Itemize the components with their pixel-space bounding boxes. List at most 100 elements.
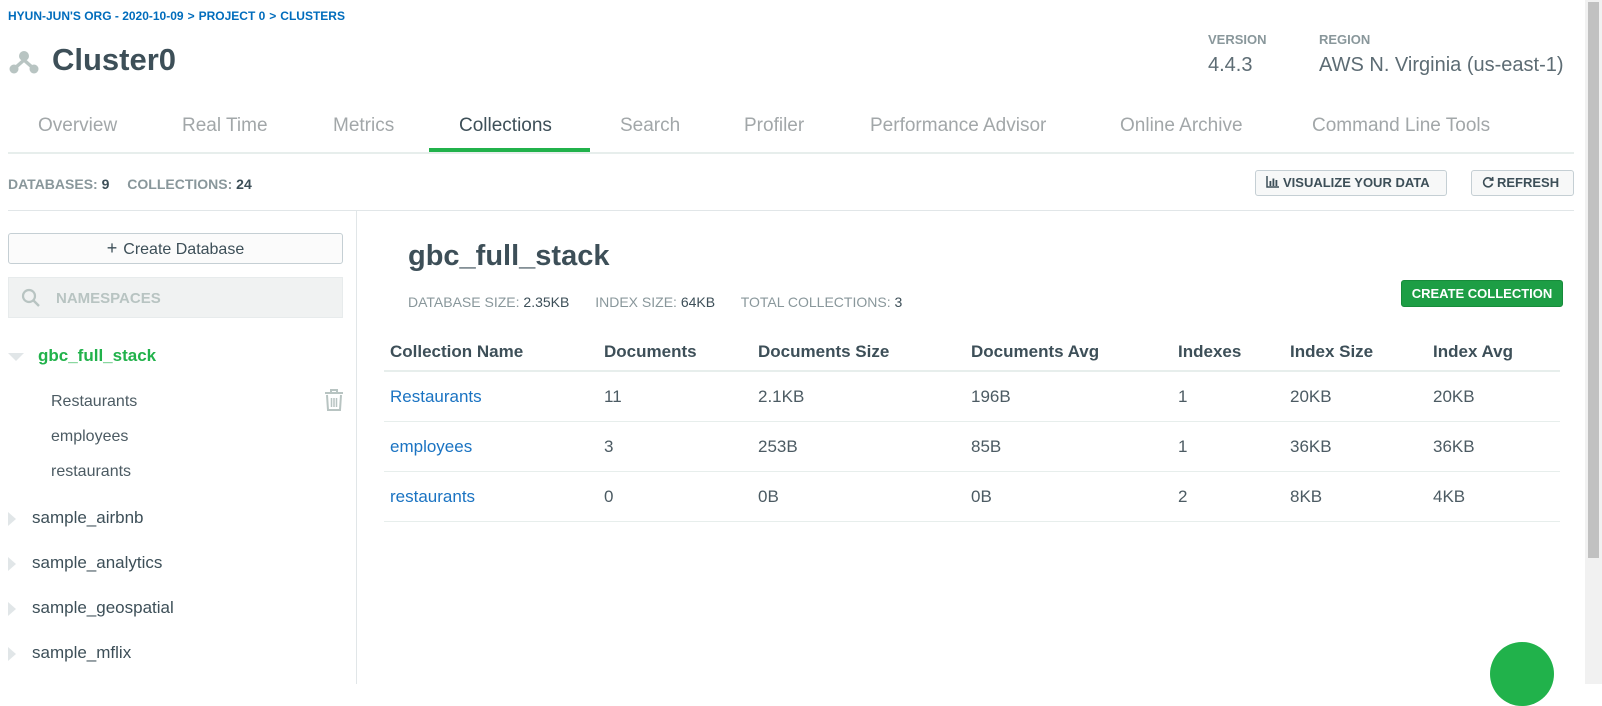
table-cell: 36KB [1284,421,1427,472]
table-cell: 20KB [1284,371,1427,422]
trash-icon[interactable] [323,388,345,412]
sidebar-db-sample-mflix[interactable]: sample_mflix [8,643,131,663]
tab-collections[interactable]: Collections [459,108,552,150]
namespace-search-input[interactable] [54,278,338,319]
collections-label: COLLECTIONS: [127,176,233,192]
plus-icon: + [106,238,118,258]
sidebar-db-sample-analytics[interactable]: sample_analytics [8,553,162,573]
version-label: VERSION [1208,32,1267,47]
databases-count: 9 [101,176,110,192]
database-title: gbc_full_stack [408,240,610,272]
tab-search[interactable]: Search [620,108,680,150]
cluster-icon [9,51,39,74]
sidebar-db-sample-geospatial[interactable]: sample_geospatial [8,598,174,618]
chevron-right-icon [8,511,16,526]
divider [8,210,1574,211]
sidebar-divider [356,211,357,684]
database-stats: DATABASE SIZE: 2.35KB INDEX SIZE: 64KB T… [408,294,924,310]
database-size-value: 2.35KB [523,294,570,310]
version-value: 4.4.3 [1208,54,1253,76]
sidebar-db-gbc-full-stack[interactable]: gbc_full_stack [8,346,156,366]
table-row: employees 3 253B 85B 1 36KB 36KB [384,421,1560,472]
sidebar-db-label: sample_mflix [32,643,132,662]
chat-widget-button[interactable] [1490,642,1554,706]
table-cell: 36KB [1427,421,1560,472]
table-cell: 2.1KB [752,371,965,422]
tab-overview[interactable]: Overview [38,108,117,150]
tab-metrics[interactable]: Metrics [333,108,394,150]
table-cell: 85B [965,421,1172,472]
table-cell: 1 [1172,371,1284,422]
table-cell: 11 [598,371,752,422]
sidebar-db-label: sample_geospatial [32,598,174,617]
index-size-value: 64KB [680,294,716,310]
total-collections-value: 3 [894,294,903,310]
tab-real-time[interactable]: Real Time [182,108,268,150]
breadcrumb: HYUN-JUN'S ORG - 2020-10-09 > PROJECT 0 > CL… [8,9,349,23]
visualize-data-button[interactable]: VISUALIZE YOUR DATA [1255,170,1447,196]
tab-performance-advisor[interactable]: Performance Advisor [870,108,1046,150]
active-tab-indicator [429,148,590,152]
collection-link[interactable]: restaurants [384,471,598,522]
table-cell: 196B [965,371,1172,422]
cluster-stats: DATABASES: 9 COLLECTIONS: 24 [8,176,266,192]
table-cell: 8KB [1284,471,1427,522]
chevron-right-icon [8,601,16,616]
breadcrumb-clusters[interactable]: CLUSTERS [280,9,345,23]
tab-bar: Overview Real Time Metrics Collections S… [8,108,1574,154]
collections-count: 24 [236,176,252,192]
column-header-documents: Documents [598,334,752,372]
table-cell: 0B [965,471,1172,522]
table-header-row: Collection Name Documents Documents Size… [384,334,1560,372]
table-cell: 20KB [1427,371,1560,422]
create-collection-button[interactable]: CREATE COLLECTION [1401,280,1563,307]
index-size-label: INDEX SIZE: [595,294,677,310]
refresh-button[interactable]: REFRESH [1471,170,1574,196]
visualize-data-label: VISUALIZE YOUR DATA [1283,175,1430,190]
collections-table: Collection Name Documents Documents Size… [384,334,1560,522]
column-header-indexes: Indexes [1172,334,1284,372]
column-header-index-size: Index Size [1284,334,1427,372]
sidebar-collection-restaurants[interactable]: restaurants [51,463,131,481]
sidebar-collection-employees[interactable]: employees [51,428,128,446]
tab-command-line-tools[interactable]: Command Line Tools [1312,108,1490,150]
table-cell: 3 [598,421,752,472]
database-size-label: DATABASE SIZE: [408,294,520,310]
breadcrumb-org[interactable]: HYUN-JUN'S ORG - 2020-10-09 [8,9,184,23]
chevron-right-icon [8,556,16,571]
breadcrumb-separator: > [269,9,277,23]
table-cell: 0B [752,471,965,522]
scrollbar-thumb[interactable] [1588,2,1599,558]
table-row: restaurants 0 0B 0B 2 8KB 4KB [384,471,1560,522]
tab-profiler[interactable]: Profiler [744,108,804,150]
column-header-documents-size: Documents Size [752,334,965,372]
chart-icon [1266,176,1279,188]
column-header-index-avg: Index Avg [1427,334,1560,372]
sidebar-db-label: sample_analytics [32,553,163,572]
namespace-search [8,277,343,319]
total-collections-label: TOTAL COLLECTIONS: [740,294,891,310]
tab-online-archive[interactable]: Online Archive [1120,108,1243,150]
table-row: Restaurants 11 2.1KB 196B 1 20KB 20KB [384,371,1560,422]
chevron-down-icon [8,352,24,361]
breadcrumb-project[interactable]: PROJECT 0 [199,9,266,23]
create-database-label: Create Database [123,241,245,258]
breadcrumb-separator: > [187,9,195,23]
page-title: Cluster0 [52,42,177,77]
table-cell: 0 [598,471,752,522]
chevron-right-icon [8,646,16,661]
column-header-collection-name: Collection Name [384,334,598,372]
search-icon [21,288,40,307]
sidebar-db-label: sample_airbnb [32,508,144,527]
collection-link[interactable]: Restaurants [384,371,598,422]
collection-link[interactable]: employees [384,421,598,472]
region-label: REGION [1319,32,1371,47]
refresh-icon [1482,176,1494,188]
create-database-button[interactable]: + Create Database [8,233,343,264]
sidebar-collection-restaurants-upper[interactable]: Restaurants [51,393,137,411]
column-header-documents-avg: Documents Avg [965,334,1172,372]
sidebar-db-label: gbc_full_stack [38,346,157,365]
sidebar-db-sample-airbnb[interactable]: sample_airbnb [8,508,144,528]
table-cell: 1 [1172,421,1284,472]
region-value: AWS N. Virginia (us-east-1) [1319,54,1564,76]
